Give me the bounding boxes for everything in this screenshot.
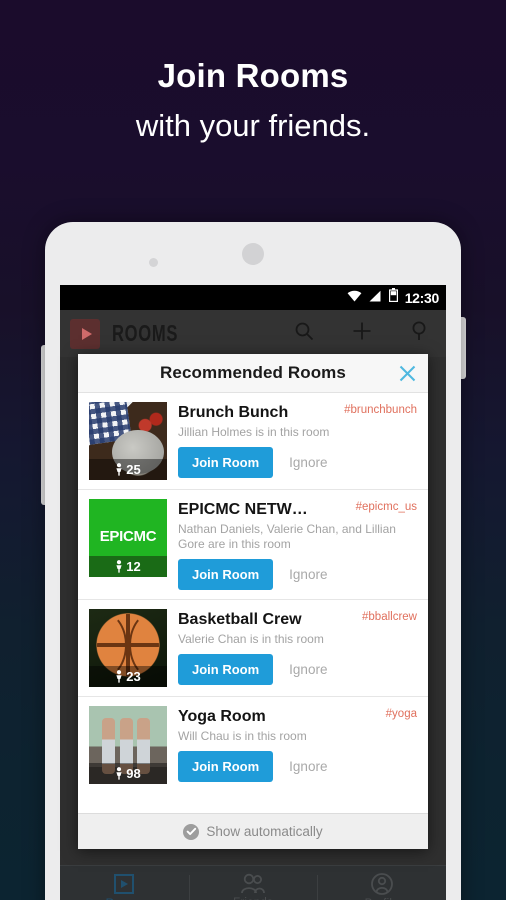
room-actions: Join Room Ignore [178,559,418,590]
room-actions: Join Room Ignore [178,447,418,478]
search-icon[interactable] [294,321,314,346]
friends-nav-icon [241,873,265,893]
person-icon [116,463,122,476]
ignore-button[interactable]: Ignore [289,567,327,582]
room-name: Yoga Room [178,708,266,725]
room-members-text: Nathan Daniels, Valerie Chan, and Lillia… [178,522,396,551]
room-list-item[interactable]: 25 Brunch Bunch #brunchbunch Jillian Hol… [78,393,428,490]
invite-icon[interactable] [410,321,428,346]
room-members-text: Jillian Holmes is in this room [178,425,330,439]
show-automatically-label: Show automatically [206,824,323,839]
recommended-rooms-list: 25 Brunch Bunch #brunchbunch Jillian Hol… [78,393,428,813]
plus-icon[interactable] [352,321,372,346]
join-room-button[interactable]: Join Room [178,559,274,590]
room-member-count: 23 [126,669,141,684]
room-members-text: Valerie Chan is in this room [178,632,324,646]
join-room-button[interactable]: Join Room [178,654,274,685]
room-thumbnail: 25 [89,402,167,480]
headline-line-1: Join Rooms [157,57,349,94]
check-circle-icon [183,823,200,840]
dialog-title: Recommended Rooms [160,363,346,382]
room-hashtag: #brunchbunch [344,404,417,416]
room-actions: Join Room Ignore [178,751,418,782]
app-bar-actions [294,321,440,346]
ignore-button[interactable]: Ignore [289,455,327,470]
signal-icon [369,289,382,307]
room-member-count: 25 [126,462,141,477]
room-hashtag: #bballcrew [362,611,417,623]
room-info: Yoga Room #yoga Will Chau is in this roo… [167,706,418,784]
room-member-count-badge: 12 [89,556,167,577]
room-hashtag: #epicmc_us [355,501,417,513]
room-member-count-badge: 23 [89,666,167,687]
join-room-button[interactable]: Join Room [178,751,274,782]
rooms-logo-icon [70,318,100,349]
phone-front-camera [149,258,158,267]
room-member-count-badge: 25 [89,459,167,480]
phone-earpiece-speaker [242,243,264,265]
room-members-text: Will Chau is in this room [178,729,307,743]
room-thumbnail: EPICMC 12 [89,499,167,577]
room-list-item[interactable]: EPICMC 12 EPICMC NETW… #epicmc_us Nathan… [78,490,428,600]
room-hashtag: #yoga [385,708,417,720]
room-info: EPICMC NETW… #epicmc_us Nathan Daniels, … [167,499,418,590]
bottom-navigation-bar: Rooms Friends [60,865,446,900]
dialog-header: Recommended Rooms [78,354,428,393]
show-automatically-toggle[interactable]: Show automatically [78,813,428,849]
profile-nav-icon [370,872,393,895]
person-icon [116,560,122,573]
promo-screenshot: Join Rooms with your friends. 12:30 ROOM… [0,0,506,900]
room-thumbnail: 23 [89,609,167,687]
join-room-button[interactable]: Join Room [178,447,274,478]
person-icon [116,767,122,780]
nav-label-friends: Friends [233,897,273,900]
ignore-button[interactable]: Ignore [289,759,327,774]
room-member-count: 12 [126,559,141,574]
close-icon[interactable] [395,361,419,385]
person-icon [116,670,122,683]
app-bar: ROOMS [60,310,446,357]
room-info: Brunch Bunch #brunchbunch Jillian Holmes… [167,402,418,480]
room-member-count: 98 [126,766,141,781]
battery-icon [388,288,398,307]
nav-item-rooms[interactable]: Rooms [60,866,189,900]
android-status-bar: 12:30 [60,285,446,310]
room-member-count-badge: 98 [89,763,167,784]
wifi-icon [347,289,362,307]
room-info: Basketball Crew #bballcrew Valerie Chan … [167,609,418,687]
ignore-button[interactable]: Ignore [289,662,327,677]
room-actions: Join Room Ignore [178,654,418,685]
status-bar-clock: 12:30 [404,289,440,306]
room-list-item[interactable]: 98 Yoga Room #yoga Will Chau is in this … [78,697,428,793]
epicmc-wordmark: EPICMC [99,527,157,545]
recommended-rooms-dialog: Recommended Rooms 25 Brunch Bunch #brunc… [78,354,428,849]
nav-item-friends[interactable]: Friends [188,866,318,900]
app-title: ROOMS [112,320,179,346]
room-thumbnail: 98 [89,706,167,784]
headline-line-2: with your friends. [135,108,371,143]
rooms-nav-icon [114,873,135,894]
room-list-item[interactable]: 23 Basketball Crew #bballcrew Valerie Ch… [78,600,428,697]
promo-headline: Join Rooms with your friends. [0,55,506,147]
nav-item-profile[interactable]: Profile [317,866,446,900]
